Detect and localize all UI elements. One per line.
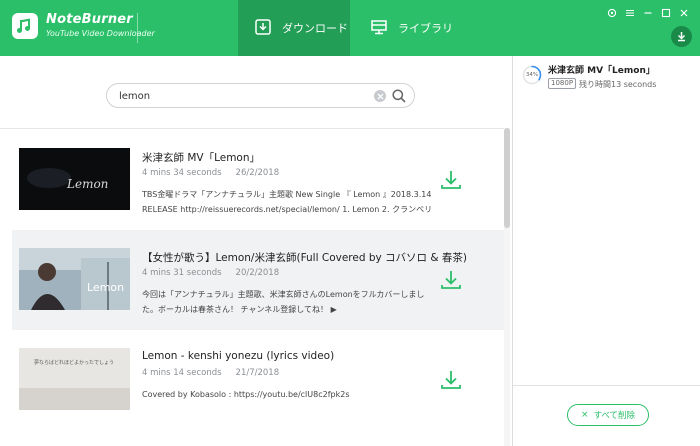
close-icon[interactable] [678,7,690,19]
search-input[interactable] [119,87,369,105]
search-box [106,83,415,108]
download-icon[interactable] [439,368,463,392]
results-divider [0,128,506,129]
result-date: 20/2/2018 [235,268,280,278]
close-icon: × [580,410,589,420]
window-controls [606,7,690,19]
noteburner-logo-icon [17,18,30,33]
result-duration: 4 mins 14 seconds [142,368,222,378]
download-arrow-icon [677,32,686,42]
app-logo [12,13,38,39]
app-subtitle: YouTube Video Downloader [46,29,155,38]
search-icon[interactable] [391,88,407,104]
download-status-button[interactable] [671,26,692,47]
resolution-badge: 1080P [548,78,577,89]
download-icon[interactable] [439,268,463,292]
app-header: NoteBurner YouTube Video Downloader ダウンロ… [0,0,700,56]
clear-all-label: すべて削除 [593,411,636,421]
result-date: 21/7/2018 [235,368,280,378]
result-meta: 4 mins 14 seconds 21/7/2018 [142,368,279,378]
result-duration: 4 mins 31 seconds [142,268,222,278]
result-item[interactable]: Lemon 【女性が歌う】Lemon/米津玄師(Full Covered by … [12,230,504,330]
tab-library[interactable]: ライブラリ [350,0,462,56]
app-name: NoteBurner [46,12,133,27]
result-item[interactable]: 夢ならばどれほどよかったでしょう Lemon - kenshi yonezu (… [12,330,504,430]
menu-icon[interactable] [624,7,636,19]
clear-search-icon[interactable] [374,90,386,102]
video-thumbnail[interactable]: 夢ならばどれほどよかったでしょう [19,348,130,410]
download-icon[interactable] [439,168,463,192]
tab-library-label: ライブラリ [398,22,453,35]
result-date: 26/2/2018 [235,168,280,178]
result-description: TBS金曜ドラマ「アンナチュラル」主題歌 New Single 『 Lemon … [142,190,433,214]
remaining-time: 残り時間13 seconds [579,80,657,89]
result-item[interactable]: Lemon 米津玄師 MV「Lemon」 4 mins 34 seconds 26… [12,130,504,230]
thumbnail-text: Lemon [66,177,108,191]
video-thumbnail[interactable]: Lemon [19,248,130,310]
result-title: 【女性が歌う】Lemon/米津玄師(Full Covered by コバソロ &… [142,252,468,264]
result-meta: 4 mins 34 seconds 26/2/2018 [142,168,279,178]
result-description: 今回は「アンナチュラル」主題歌、米津玄師さんのLemonをフルカバーしました。ボ… [142,290,425,314]
result-description: Covered by Kobasolo : https://youtu.be/c… [142,390,350,399]
download-queue-panel: 34% 米津玄師 MV「Lemon」 1080P 残り時間13 seconds … [512,56,700,446]
search-panel: Lemon 米津玄師 MV「Lemon」 4 mins 34 seconds 26… [0,56,512,446]
monitor-icon [370,18,388,39]
settings-icon[interactable] [606,7,618,19]
maximize-icon[interactable] [660,7,672,19]
thumbnail-text: 夢ならばどれほどよかったでしょう [34,359,114,366]
tab-download-label: ダウンロード [282,22,348,35]
queue-footer-divider [513,385,700,386]
thumbnail-text: Lemon [87,281,124,294]
video-thumbnail[interactable]: Lemon [19,148,130,210]
result-duration: 4 mins 34 seconds [142,168,222,178]
result-title: Lemon - kenshi yonezu (lyrics video) [142,350,335,362]
minimize-icon[interactable] [642,7,654,19]
clear-all-button[interactable]: × すべて削除 [567,404,649,426]
download-tray-icon [254,18,272,39]
result-title: 米津玄師 MV「Lemon」 [142,152,261,164]
task-title: 米津玄師 MV「Lemon」 [548,66,655,76]
results-scrollbar-thumb[interactable] [504,128,510,228]
download-task[interactable]: 34% 米津玄師 MV「Lemon」 1080P 残り時間13 seconds [513,56,700,96]
header-divider [137,13,138,43]
tab-download[interactable]: ダウンロード [238,0,350,56]
result-meta: 4 mins 31 seconds 20/2/2018 [142,268,279,278]
progress-percent: 34% [525,72,539,78]
